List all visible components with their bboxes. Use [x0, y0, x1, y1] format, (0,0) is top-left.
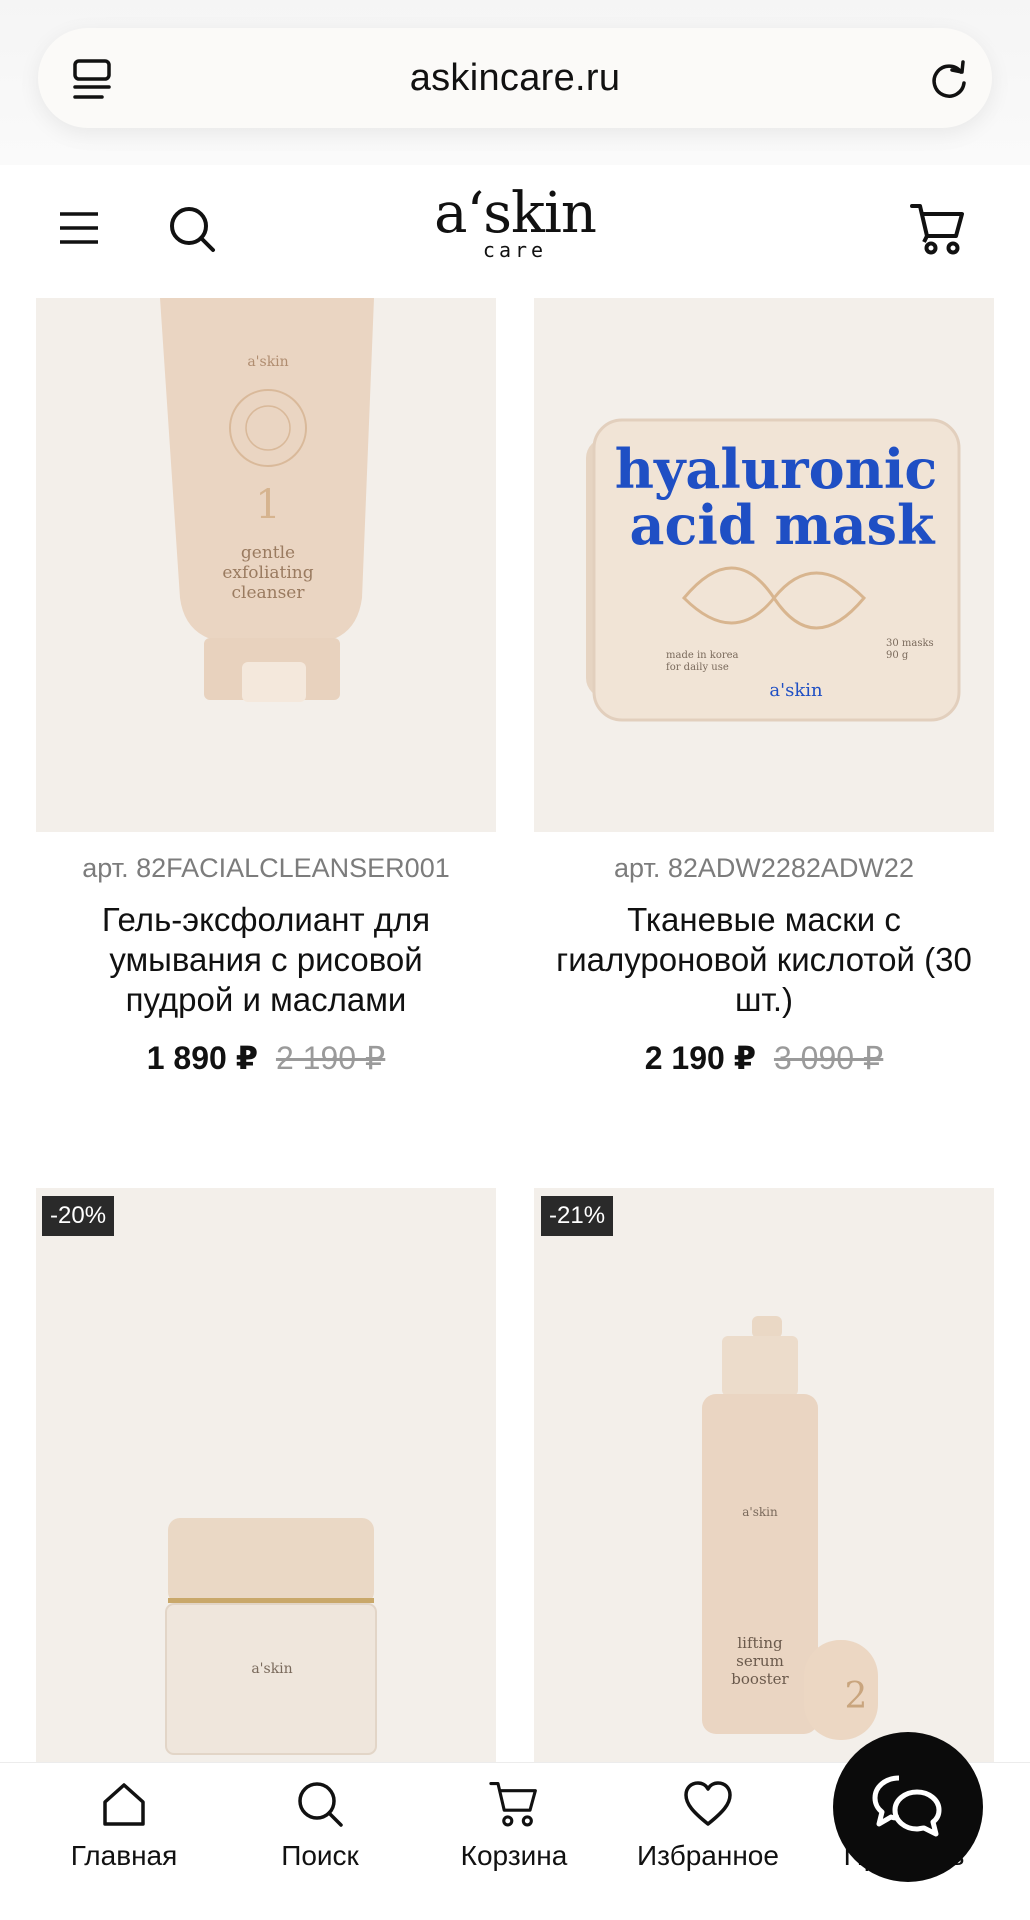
svg-text:2: 2 — [845, 1676, 868, 1717]
product-title[interactable]: Тканевые маски с гиалуроновой кислотой (… — [554, 900, 974, 1020]
product-article: арт. 82FACIALCLEANSER001 — [82, 853, 450, 883]
svg-text:exfoliating: exfoliating — [222, 563, 313, 583]
svg-text:hyaluronic: hyaluronic — [615, 437, 938, 501]
product-image[interactable]: hyaluronic acid mask made in korea for d… — [534, 298, 994, 832]
discount-badge: -20% — [42, 1196, 115, 1236]
nav-item-home[interactable]: Главная — [34, 1780, 214, 1900]
site-logo[interactable]: a‘skin care — [430, 186, 600, 276]
product-title[interactable]: Гель-эксфолиант для умывания с рисовой п… — [76, 900, 456, 1020]
nav-label: Поиск — [281, 1840, 359, 1871]
svg-text:a'skin: a'skin — [742, 1505, 778, 1519]
serum-bottle-illustration: a'skin lifting serum booster 2 — [702, 1316, 878, 1740]
heart-icon — [684, 1781, 732, 1826]
svg-text:acid mask: acid mask — [630, 493, 936, 557]
chat-icon — [872, 1775, 942, 1837]
product-image[interactable]: a'skin — [36, 1188, 496, 1762]
mask-box-illustration: hyaluronic acid mask made in korea for d… — [586, 418, 961, 722]
old-price: 2 190 ₽ — [275, 1040, 386, 1076]
cream-jar-illustration: a'skin — [165, 1518, 377, 1755]
nav-item-favorites[interactable]: Избранное — [618, 1780, 798, 1900]
svg-text:for daily use: for daily use — [666, 662, 729, 673]
nav-item-search[interactable]: Поиск — [230, 1780, 410, 1900]
svg-text:gentle: gentle — [241, 543, 295, 563]
cart-icon[interactable] — [910, 202, 966, 256]
discount-badge: -21% — [541, 1196, 614, 1236]
current-price: 1 890 ₽ — [146, 1040, 258, 1076]
nav-item-cart[interactable]: Корзина — [424, 1780, 604, 1900]
svg-text:a'skin: a'skin — [251, 1661, 292, 1677]
product-image[interactable]: a'skin 1 gentle exfoliating cleanser — [36, 298, 496, 832]
cleanser-tube-illustration: a'skin 1 gentle exfoliating cleanser — [160, 298, 374, 702]
menu-icon[interactable] — [58, 210, 100, 246]
address-bar[interactable]: askincare.ru — [38, 28, 992, 128]
svg-text:made in korea: made in korea — [666, 650, 739, 661]
cart-icon — [489, 1782, 537, 1827]
svg-text:90 g: 90 g — [886, 650, 909, 661]
nav-label: Корзина — [460, 1840, 568, 1871]
svg-text:booster: booster — [731, 1670, 789, 1688]
current-price: 2 190 ₽ — [644, 1040, 756, 1076]
product-image[interactable]: a'skin lifting serum booster 2 — [534, 1188, 994, 1762]
svg-text:1: 1 — [255, 482, 280, 528]
logo-main: a‘skin — [434, 181, 597, 246]
svg-text:a'skin: a'skin — [769, 680, 823, 701]
price-row: 1 890 ₽ 2 190 ₽ — [36, 1039, 496, 1077]
svg-text:serum: serum — [736, 1652, 784, 1670]
nav-label: Главная — [70, 1840, 178, 1871]
url-text[interactable]: askincare.ru — [38, 28, 992, 128]
reload-icon[interactable] — [928, 58, 970, 100]
old-price: 3 090 ₽ — [773, 1040, 884, 1076]
svg-text:30 masks: 30 masks — [886, 638, 934, 649]
nav-label: Избранное — [637, 1840, 779, 1871]
svg-text:lifting: lifting — [737, 1634, 783, 1652]
product-article: арт. 82ADW2282ADW22 — [614, 853, 914, 883]
home-icon — [103, 1783, 145, 1826]
tabs-icon[interactable] — [72, 59, 112, 103]
search-icon[interactable] — [168, 205, 216, 253]
price-row: 2 190 ₽ 3 090 ₽ — [534, 1039, 994, 1077]
svg-text:cleanser: cleanser — [231, 583, 305, 603]
search-icon — [298, 1782, 343, 1827]
svg-text:a'skin: a'skin — [247, 354, 288, 370]
chat-button[interactable] — [833, 1732, 983, 1882]
